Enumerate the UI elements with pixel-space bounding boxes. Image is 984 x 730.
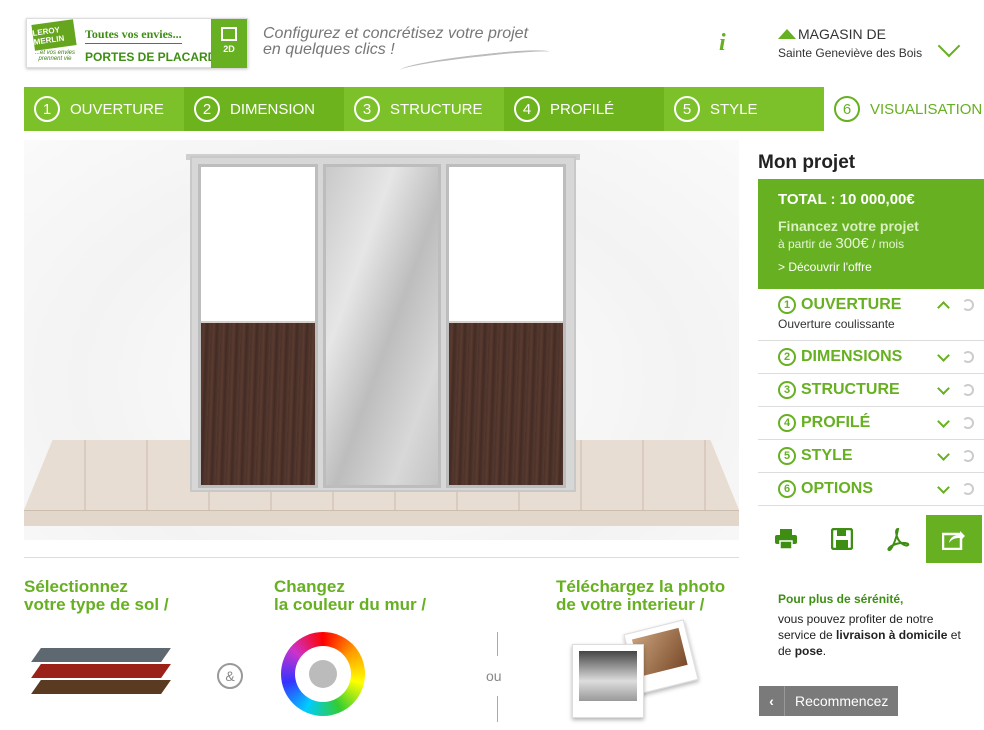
step-number: 2 [194, 96, 220, 122]
finance-title: Financez votre projet [778, 218, 919, 234]
triangle-up-icon [778, 29, 796, 39]
brand-logo[interactable]: LEROY MERLIN ...et vos envies prennent v… [26, 18, 248, 68]
chevron-up-icon[interactable] [937, 300, 950, 314]
map-icon [221, 27, 237, 41]
step-number: 5 [674, 96, 700, 122]
discover-offer-link[interactable]: > Découvrir l'offre [778, 260, 964, 274]
separator-top [497, 632, 498, 656]
section-value: Ouverture coulissante [778, 317, 895, 331]
brand-tagline: Toutes vos envies... [85, 27, 182, 44]
step-style[interactable]: 5 STYLE [664, 87, 824, 131]
pdf-icon[interactable] [870, 515, 926, 563]
or-label: ou [486, 668, 502, 684]
undo-icon[interactable] [962, 351, 974, 363]
paint-bucket-icon [309, 660, 337, 688]
share-icon[interactable] [926, 515, 982, 563]
leroy-merlin-logo: LEROY MERLIN ...et vos envies prennent v… [31, 19, 77, 64]
step-label: DIMENSION [230, 100, 316, 118]
chevron-left-icon: ‹ [759, 686, 785, 716]
store-name: Sainte Geneviève des Bois [778, 46, 923, 60]
door-right [446, 164, 566, 488]
save-icon[interactable] [814, 515, 870, 563]
finance-offer: à partir de 300€ / mois [778, 235, 905, 252]
section-style[interactable]: 5 STYLE [758, 440, 984, 473]
section-structure[interactable]: 3 STRUCTURE [758, 374, 984, 407]
section-options[interactable]: 6 OPTIONS [758, 473, 984, 506]
project-toolbar [758, 515, 984, 563]
divider [24, 557, 739, 558]
step-visualisation[interactable]: 6 VISUALISATION [824, 87, 984, 131]
restart-label: Recommencez [795, 693, 889, 709]
wardrobe [190, 156, 576, 492]
chevron-down-icon[interactable] [937, 34, 961, 58]
service-info: Pour plus de sérénité, vous pouvez profi… [778, 592, 961, 658]
undo-icon[interactable] [962, 384, 974, 396]
undo-icon[interactable] [962, 483, 974, 495]
step-label: OUVERTURE [70, 100, 164, 118]
chevron-down-icon[interactable] [937, 381, 950, 395]
step-number: 4 [514, 96, 540, 122]
chevron-down-icon[interactable] [937, 348, 950, 362]
section-ouverture[interactable]: 1 OUVERTURE Ouverture coulissante [758, 289, 984, 341]
door-mirror [323, 164, 441, 488]
color-wheel[interactable] [281, 632, 365, 716]
step-dimension[interactable]: 2 DIMENSION [184, 87, 344, 131]
undo-icon[interactable] [962, 450, 974, 462]
info-icon[interactable]: i [719, 30, 726, 57]
undo-icon[interactable] [962, 299, 974, 311]
step-label: VISUALISATION [870, 100, 983, 118]
wardrobe-preview [24, 140, 739, 540]
floor-samples[interactable] [26, 648, 176, 708]
step-profile[interactable]: 4 PROFILÉ [504, 87, 664, 131]
store-selector[interactable]: MAGASIN DE Sainte Geneviève des Bois [778, 26, 922, 60]
separator-bottom [497, 696, 498, 722]
brand-product: PORTES DE PLACARD [85, 50, 217, 64]
chevron-down-icon[interactable] [937, 447, 950, 461]
step-label: STRUCTURE [390, 100, 483, 118]
step-ouverture[interactable]: 1 OUVERTURE [24, 87, 184, 131]
restart-button[interactable]: ‹ Recommencez [759, 686, 899, 716]
total-panel: TOTAL : 10 000,00€ Financez votre projet… [758, 179, 984, 289]
print-icon[interactable] [758, 515, 814, 563]
door-left [198, 164, 318, 488]
wall-color-title: Changez la couleur du mur / [274, 577, 427, 614]
undo-icon[interactable] [962, 417, 974, 429]
photo-upload[interactable] [572, 619, 699, 720]
section-dimensions[interactable]: 2 DIMENSIONS [758, 341, 984, 374]
step-number: 3 [354, 96, 380, 122]
ampersand-icon: & [217, 663, 243, 689]
step-label: PROFILÉ [550, 100, 615, 118]
store-label: MAGASIN DE [778, 26, 922, 42]
project-title: Mon projet [758, 152, 856, 173]
view-2d-button[interactable]: 2D [211, 19, 247, 68]
step-structure[interactable]: 3 STRUCTURE [344, 87, 504, 131]
floor-option-title: Sélectionnez votre type de sol / [24, 577, 169, 614]
chevron-down-icon[interactable] [937, 414, 950, 428]
total-price: TOTAL : 10 000,00€ [778, 191, 915, 208]
section-profile[interactable]: 4 PROFILÉ [758, 407, 984, 440]
photo-upload-title: Téléchargez la photo de votre interieur … [556, 577, 726, 614]
step-label: STYLE [710, 100, 758, 118]
step-number: 6 [834, 96, 860, 122]
step-number: 1 [34, 96, 60, 122]
chevron-down-icon[interactable] [937, 480, 950, 494]
steps-nav: 1 OUVERTURE 2 DIMENSION 3 STRUCTURE 4 PROFIL… [24, 87, 984, 131]
